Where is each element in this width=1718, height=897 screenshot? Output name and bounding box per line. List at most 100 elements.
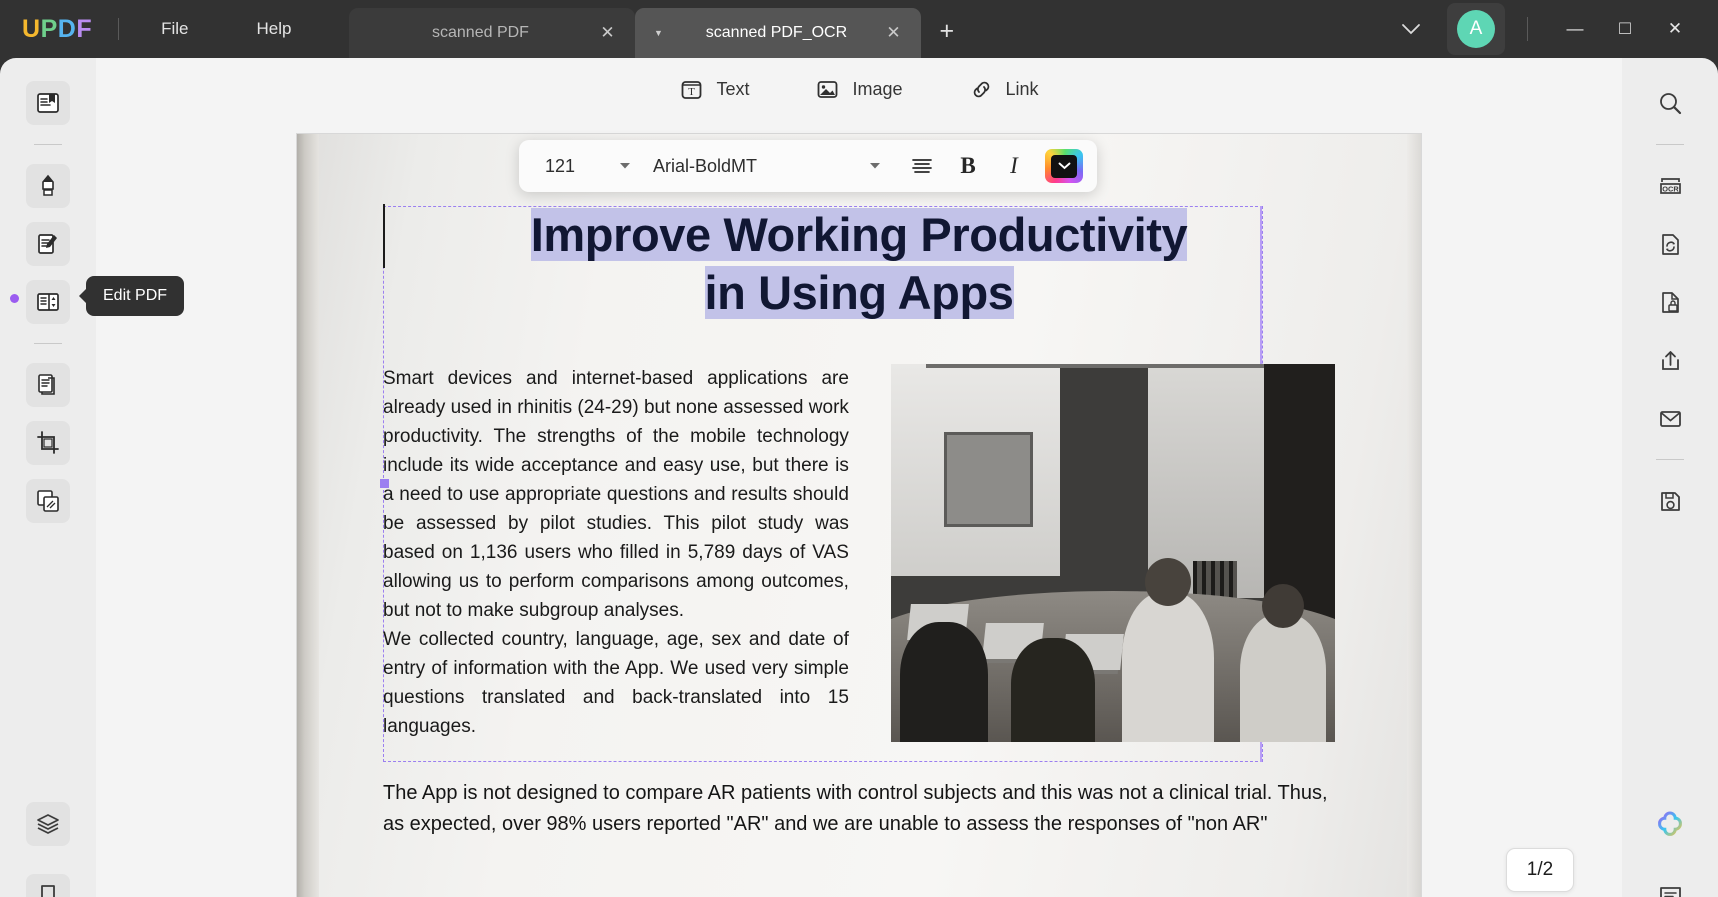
- sidebar-divider: [34, 144, 62, 145]
- right-divider-2: [1656, 459, 1684, 460]
- document-photo[interactable]: [890, 364, 1335, 742]
- sidebar-divider-2: [34, 343, 62, 344]
- logo-letter-f: F: [76, 14, 93, 43]
- app-body: T Text Image Link 121 Arial-BoldMT B I I…: [0, 58, 1718, 897]
- close-icon[interactable]: ✕: [595, 23, 619, 43]
- document-canvas[interactable]: 121 Arial-BoldMT B I Improve Working Pro…: [96, 120, 1622, 897]
- ai-assistant-button[interactable]: [1648, 802, 1692, 846]
- title-bar: U P D F File Help scanned PDF ✕ ▼ scanne…: [0, 0, 1718, 58]
- edit-pdf-icon: [38, 234, 57, 254]
- save-button[interactable]: [1648, 479, 1692, 523]
- add-image-label: Image: [852, 78, 903, 99]
- minimize-button[interactable]: —: [1550, 19, 1600, 39]
- ocr-button[interactable]: OCR: [1648, 164, 1692, 208]
- organize-pages-icon: [38, 374, 55, 395]
- font-size-input[interactable]: 121: [533, 156, 611, 177]
- body-text-block[interactable]: Smart devices and internet-based applica…: [383, 364, 849, 742]
- paragraph-3[interactable]: The App is not designed to compare AR pa…: [383, 778, 1345, 840]
- bookmark-icon: [41, 885, 55, 897]
- help-menu[interactable]: Help: [241, 15, 308, 43]
- avatar: A: [1457, 10, 1495, 48]
- email-button[interactable]: [1648, 396, 1692, 440]
- right-divider-1: [1656, 144, 1684, 145]
- document-title[interactable]: Improve Working Productivity in Using Ap…: [383, 206, 1335, 322]
- font-size-chevron-down-icon[interactable]: [611, 162, 649, 170]
- tab-scanned-pdf[interactable]: scanned PDF ✕: [349, 8, 636, 58]
- add-image-tool[interactable]: Image: [815, 77, 903, 102]
- sidebar-item-organize-pages[interactable]: [26, 363, 70, 407]
- account-button[interactable]: A: [1447, 3, 1505, 55]
- page-indicator[interactable]: 1/2: [1506, 848, 1574, 892]
- layers-icon: [37, 814, 59, 834]
- sidebar-item-batch[interactable]: [26, 479, 70, 523]
- sidebar-item-crop[interactable]: [26, 421, 70, 465]
- link-icon: [973, 81, 989, 97]
- sidebar-item-layers[interactable]: [26, 802, 70, 846]
- svg-text:T: T: [689, 86, 696, 98]
- logo-divider: [118, 18, 120, 40]
- text-icon: T: [682, 80, 702, 99]
- protect-icon: [1661, 291, 1679, 313]
- add-text-tool[interactable]: T Text: [679, 77, 749, 102]
- close-button[interactable]: ✕: [1650, 19, 1700, 39]
- italic-button[interactable]: I: [991, 153, 1037, 179]
- pdf-page[interactable]: 121 Arial-BoldMT B I Improve Working Pro…: [297, 134, 1421, 897]
- tab-scanned-pdf-ocr[interactable]: ▼ scanned PDF_OCR ✕: [635, 8, 922, 58]
- paragraph-1: Smart devices and internet-based applica…: [383, 368, 849, 621]
- sidebar-item-page-layout[interactable]: [26, 280, 70, 324]
- color-chevron-down-icon: [1051, 154, 1077, 178]
- tab-label: scanned PDF: [432, 24, 529, 41]
- align-icon: [912, 159, 932, 173]
- crop-icon: [37, 431, 59, 454]
- close-icon[interactable]: ✕: [881, 23, 905, 43]
- sidebar-item-reader[interactable]: [26, 81, 70, 125]
- image-icon: [818, 80, 838, 98]
- share-button[interactable]: [1648, 338, 1692, 382]
- add-link-tool[interactable]: Link: [969, 77, 1039, 102]
- page-layout-icon: [37, 293, 59, 311]
- rail-active-indicator: [10, 294, 19, 303]
- font-family-select[interactable]: Arial-BoldMT: [649, 156, 861, 177]
- sidebar-item-edit-pdf[interactable]: [26, 222, 70, 266]
- chevron-down-icon[interactable]: ▼: [651, 28, 665, 38]
- convert-icon: [1661, 233, 1679, 255]
- maximize-button[interactable]: □: [1600, 18, 1650, 40]
- batch-icon: [37, 490, 59, 512]
- left-sidebar-bottom: [26, 788, 70, 897]
- comments-button[interactable]: [1648, 874, 1692, 897]
- right-sidebar: OCR: [1622, 58, 1718, 897]
- title-line-1: Improve Working Productivity: [530, 208, 1188, 261]
- font-family-chevron-down-icon[interactable]: [861, 162, 899, 170]
- logo-letter-p: P: [40, 14, 58, 43]
- title-bar-left: U P D F File Help: [0, 0, 307, 58]
- tab-strip: scanned PDF ✕ ▼ scanned PDF_OCR ✕ +: [349, 0, 954, 58]
- meeting-room-photo: [890, 364, 1335, 742]
- text-cursor: [383, 204, 385, 268]
- share-icon: [1661, 350, 1679, 370]
- sidebar-item-bookmark[interactable]: [26, 874, 70, 897]
- edit-toolbar: T Text Image Link: [96, 58, 1622, 120]
- left-sidebar: [0, 58, 96, 897]
- align-button[interactable]: [899, 157, 945, 175]
- text-color-button[interactable]: [1045, 149, 1083, 183]
- svg-text:OCR: OCR: [1662, 184, 1679, 193]
- search-icon: [1659, 92, 1681, 114]
- tab-label: scanned PDF_OCR: [705, 24, 848, 41]
- email-icon: [1659, 410, 1681, 427]
- sidebar-item-comment[interactable]: [26, 164, 70, 208]
- updf-window: U P D F File Help scanned PDF ✕ ▼ scanne…: [0, 0, 1718, 897]
- logo-letter-u: U: [22, 14, 41, 43]
- chevron-down-icon[interactable]: [1385, 17, 1437, 41]
- editor-area: T Text Image Link 121 Arial-BoldMT B I I…: [96, 58, 1622, 897]
- updf-logo: U P D F: [22, 15, 92, 44]
- ocr-icon: OCR: [1659, 177, 1681, 194]
- title-bar-right: A — □ ✕: [1385, 0, 1718, 58]
- convert-button[interactable]: [1648, 222, 1692, 266]
- bold-button[interactable]: B: [945, 153, 991, 179]
- new-tab-button[interactable]: +: [939, 17, 954, 46]
- protect-button[interactable]: [1648, 280, 1692, 324]
- content-columns: Smart devices and internet-based applica…: [383, 364, 1335, 742]
- file-menu[interactable]: File: [145, 15, 204, 43]
- search-button[interactable]: [1648, 81, 1692, 125]
- title-line-2: in Using Apps: [704, 266, 1014, 319]
